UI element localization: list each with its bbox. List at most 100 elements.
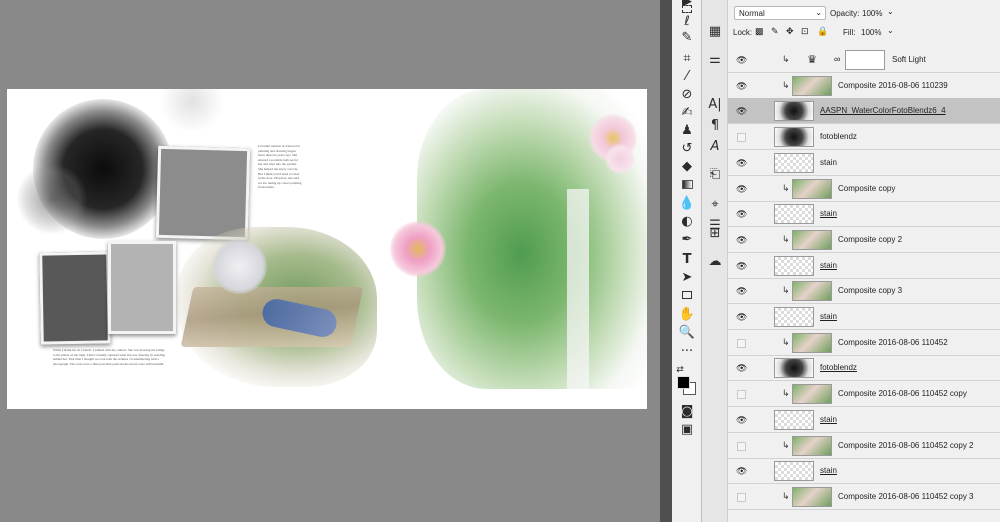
layer-name[interactable]: Composite 2016-08-06 110452 copy 3 — [838, 492, 974, 501]
layer-thumbnail[interactable] — [774, 307, 814, 327]
layer-thumbnail[interactable] — [792, 486, 832, 507]
clone-stamp-icon[interactable]: ♟ — [677, 121, 697, 141]
paragraph-panel-icon[interactable]: A| — [705, 95, 725, 115]
eye-icon[interactable]: 👁 — [736, 184, 747, 195]
document-canvas[interactable]: I'd rather interest in watercolor painti… — [7, 89, 647, 409]
chevron-down-icon[interactable]: ⌄ — [887, 26, 894, 35]
layer-row[interactable]: 👁 stain — [728, 201, 1000, 228]
layer-row[interactable]: 👁 stain — [728, 253, 1000, 279]
visibility-toggle[interactable] — [737, 441, 746, 451]
gradient-icon[interactable] — [677, 176, 697, 196]
blur-icon[interactable]: 💧 — [677, 194, 697, 214]
layer-row[interactable]: 👁 stain — [728, 304, 1000, 330]
eye-icon[interactable]: 👁 — [736, 158, 747, 169]
layer-name[interactable]: stain — [820, 261, 837, 270]
layer-name[interactable]: AASPN_WaterColorFotoBlendz6_4 — [820, 106, 946, 115]
eye-icon[interactable]: 👁 — [736, 261, 747, 272]
layer-thumbnail[interactable] — [792, 229, 832, 250]
layer-row[interactable]: 👁 stain — [728, 407, 1000, 433]
layer-row[interactable]: ↳ Composite 2016-08-06 110452 copy 2 — [728, 433, 1000, 459]
layer-row[interactable]: ↳ Composite 2016-08-06 110452 — [728, 330, 1000, 356]
canvas-area[interactable]: I'd rather interest in watercolor painti… — [0, 0, 660, 522]
opacity-field[interactable]: 100% — [862, 9, 882, 18]
history-panel-icon[interactable]: ⎗ — [705, 165, 725, 185]
layer-name[interactable]: Composite copy 2 — [838, 235, 902, 244]
layer-mask-thumbnail[interactable] — [845, 50, 885, 70]
layer-thumbnail[interactable] — [774, 101, 814, 122]
layer-row[interactable]: 👁 fotoblendz — [728, 355, 1000, 382]
eye-icon[interactable]: 👁 — [736, 235, 747, 246]
layer-thumbnail[interactable] — [792, 178, 832, 199]
layer-thumbnail[interactable]: ♛ — [792, 50, 832, 70]
quick-mask-icon[interactable]: ◙ — [677, 402, 697, 422]
dodge-icon[interactable]: ◐ — [677, 212, 697, 232]
brush-icon[interactable]: ✍ — [677, 103, 697, 123]
layer-name[interactable]: fotoblendz — [820, 363, 857, 372]
type-icon[interactable]: T — [677, 250, 697, 270]
layer-name[interactable]: Composite 2016-08-06 110239 — [838, 81, 948, 90]
eye-icon[interactable]: 👁 — [736, 106, 747, 117]
quick-select-icon[interactable]: ✎ — [677, 28, 697, 48]
layer-thumbnail[interactable] — [774, 255, 814, 276]
layer-row[interactable]: 👁 ↳ Composite copy — [728, 176, 1000, 202]
photo-frame-top[interactable] — [155, 145, 251, 241]
lock-all-icon[interactable]: 🔒 — [817, 26, 828, 37]
layer-row[interactable]: ↳ Composite 2016-08-06 110452 copy 3 — [728, 484, 1000, 510]
link-icon[interactable]: ∞ — [834, 54, 840, 64]
eye-icon[interactable]: 👁 — [736, 363, 747, 374]
layer-thumbnail[interactable] — [774, 409, 814, 430]
layer-name[interactable]: Composite copy — [838, 184, 895, 193]
layer-name[interactable]: stain — [820, 209, 837, 218]
swap-colors-icon[interactable]: ⇄ — [675, 360, 685, 380]
layer-row[interactable]: fotoblendz — [728, 124, 1000, 151]
layer-row[interactable]: 👁 stain — [728, 150, 1000, 176]
layer-name[interactable]: Composite 2016-08-06 110452 — [838, 338, 948, 347]
visibility-toggle[interactable] — [737, 338, 746, 348]
layer-name[interactable]: Soft Light — [892, 55, 926, 64]
photo-frame-middle[interactable] — [108, 241, 176, 334]
photo-frame-left[interactable] — [39, 251, 111, 345]
layer-row[interactable]: 👁 AASPN_WaterColorFotoBlendz6_4 — [728, 98, 1000, 125]
chevron-down-icon[interactable]: ⌄ — [887, 7, 894, 16]
layer-thumbnail[interactable] — [792, 281, 832, 302]
eye-icon[interactable]: 👁 — [736, 286, 747, 297]
layer-thumbnail[interactable] — [792, 384, 832, 405]
cloud-libraries-icon[interactable]: ☁ — [705, 252, 725, 272]
lock-artboard-icon[interactable]: ⊡ — [801, 26, 809, 37]
screen-mode-icon[interactable]: ▣ — [677, 420, 697, 440]
layer-name[interactable]: stain — [820, 415, 837, 424]
eraser-icon[interactable]: ◆ — [677, 157, 697, 177]
glyphs-panel-icon[interactable]: A — [705, 137, 725, 157]
layer-row[interactable]: 👁 ↳ ♛ ∞ Soft Light — [728, 47, 1000, 73]
healing-brush-icon[interactable]: ⊘ — [677, 85, 697, 105]
eyedropper-icon[interactable]: ⁄ — [677, 67, 697, 87]
eye-icon[interactable]: 👁 — [736, 466, 747, 477]
more-tools-icon[interactable]: ··· — [677, 342, 697, 362]
paths-panel-icon[interactable]: ⌖ — [705, 195, 725, 215]
layer-name[interactable]: Composite 2016-08-06 110452 copy 2 — [838, 441, 974, 450]
layer-name[interactable]: Composite 2016-08-06 110452 copy — [838, 389, 967, 398]
crop-icon[interactable]: ⌗ — [677, 49, 697, 69]
layer-thumbnail[interactable] — [774, 152, 814, 173]
paragraph-icon[interactable]: ¶ — [705, 116, 725, 136]
fill-field[interactable]: 100% — [861, 28, 881, 37]
zoom-icon[interactable]: 🔍 — [677, 323, 697, 343]
grid-panel-icon[interactable]: ⊞ — [705, 224, 725, 244]
layer-thumbnail[interactable] — [774, 204, 814, 225]
color-panel-icon[interactable]: ▦ — [705, 22, 725, 42]
layer-row[interactable]: 👁 stain — [728, 458, 1000, 485]
eye-icon[interactable]: 👁 — [736, 312, 747, 323]
eye-icon[interactable]: 👁 — [736, 415, 747, 426]
pen-icon[interactable]: ✒ — [677, 230, 697, 250]
adjustments-panel-icon[interactable]: ⚌ — [705, 50, 725, 70]
lock-transparent-icon[interactable]: ▩ — [755, 26, 764, 37]
layer-thumbnail[interactable] — [792, 435, 832, 456]
layer-row[interactable]: 👁 ↳ Composite 2016-08-06 110239 — [728, 73, 1000, 99]
blend-mode-select[interactable]: Normal ⌄ — [734, 6, 826, 20]
layer-name[interactable]: fotoblendz — [820, 132, 857, 141]
layer-row[interactable]: ↳ Composite 2016-08-06 110452 copy — [728, 381, 1000, 408]
rectangle-icon[interactable] — [677, 286, 697, 306]
layer-thumbnail[interactable] — [792, 75, 832, 96]
layer-thumbnail[interactable] — [774, 358, 814, 379]
visibility-toggle[interactable] — [737, 133, 746, 143]
